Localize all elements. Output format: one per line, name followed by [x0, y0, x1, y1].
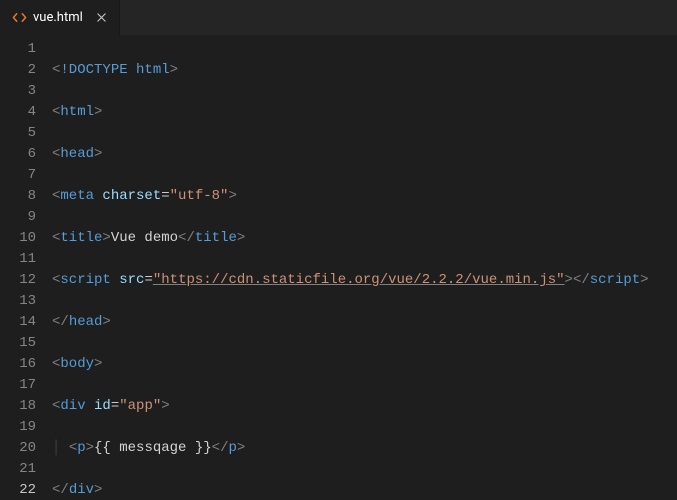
line-number: 10	[0, 228, 36, 249]
code-line[interactable]: <script src="https://cdn.staticfile.org/…	[52, 270, 677, 291]
code-line[interactable]: <meta charset="utf-8">	[52, 186, 677, 207]
tab-vue-html[interactable]: vue.html	[0, 0, 120, 35]
close-icon[interactable]	[93, 10, 109, 26]
line-number: 12	[0, 270, 36, 291]
line-number: 4	[0, 102, 36, 123]
code-line[interactable]: <title>Vue demo</title>	[52, 228, 677, 249]
line-number: 14	[0, 312, 36, 333]
code-line[interactable]: <div id="app">	[52, 396, 677, 417]
line-number: 3	[0, 81, 36, 102]
editor-area[interactable]: 1 2 3 4 5 6 7 8 9 10 11 12 13 14 15 16 1…	[0, 35, 677, 500]
code-line[interactable]: </div>	[52, 480, 677, 500]
line-number: 13	[0, 291, 36, 312]
code-content[interactable]: <!DOCTYPE html> <html> <head> <meta char…	[52, 39, 677, 500]
code-line[interactable]: <!DOCTYPE html>	[52, 60, 677, 81]
tab-bar: vue.html	[0, 0, 677, 35]
code-line[interactable]: │ <p>{{ messqage }}</p>	[52, 438, 677, 459]
line-number: 2	[0, 60, 36, 81]
line-number: 9	[0, 207, 36, 228]
code-line[interactable]: <head>	[52, 144, 677, 165]
code-line[interactable]: </head>	[52, 312, 677, 333]
line-number: 8	[0, 186, 36, 207]
line-number: 17	[0, 375, 36, 396]
line-number: 20	[0, 438, 36, 459]
line-number: 5	[0, 123, 36, 144]
line-number-gutter: 1 2 3 4 5 6 7 8 9 10 11 12 13 14 15 16 1…	[0, 39, 52, 500]
html-file-icon	[12, 10, 27, 25]
line-number: 6	[0, 144, 36, 165]
line-number: 15	[0, 333, 36, 354]
line-number: 1	[0, 39, 36, 60]
line-number: 21	[0, 459, 36, 480]
line-number: 19	[0, 417, 36, 438]
line-number: 18	[0, 396, 36, 417]
code-line[interactable]: <html>	[52, 102, 677, 123]
line-number: 16	[0, 354, 36, 375]
code-line[interactable]: <body>	[52, 354, 677, 375]
line-number: 7	[0, 165, 36, 186]
tab-filename: vue.html	[33, 10, 83, 25]
line-number: 22	[0, 480, 36, 500]
line-number: 11	[0, 249, 36, 270]
